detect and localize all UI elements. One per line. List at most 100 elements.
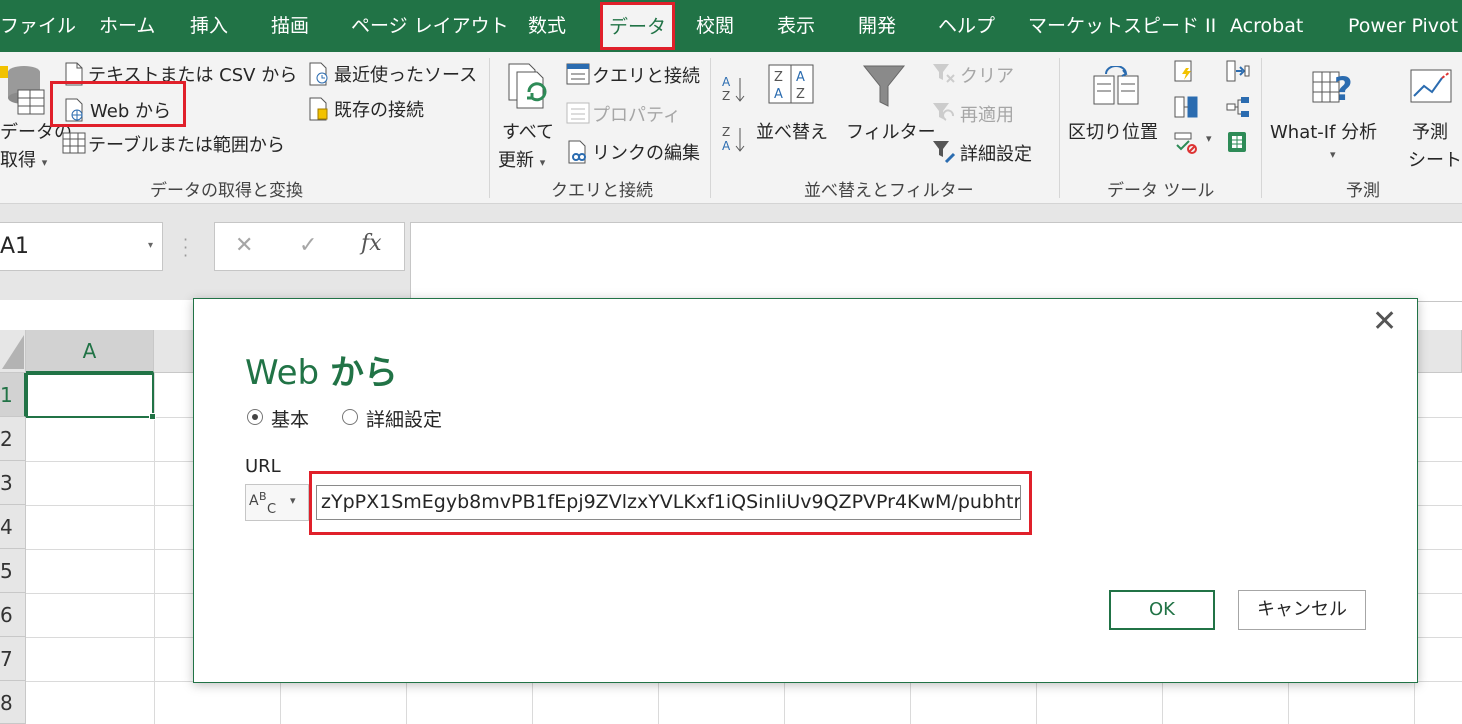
edit-links-button[interactable]: リンクの編集	[592, 139, 700, 165]
radio-basic[interactable]	[247, 409, 263, 425]
from-table-button[interactable]: テーブルまたは範囲から	[88, 131, 285, 157]
refresh-all-icon[interactable]	[505, 62, 555, 116]
queries-connections-icon	[566, 63, 590, 89]
row-header-8[interactable]: 8	[0, 681, 26, 724]
tab-review[interactable]: 校閲	[696, 0, 734, 52]
close-icon[interactable]: ✕	[1372, 307, 1397, 337]
get-data-icon[interactable]	[0, 62, 48, 126]
what-if-button[interactable]: What-If 分析	[1270, 118, 1377, 144]
existing-connections-icon	[308, 97, 330, 125]
queries-connections-button[interactable]: クエリと接続	[592, 62, 700, 88]
tab-data[interactable]: データ	[600, 2, 676, 50]
svg-text:A: A	[249, 493, 259, 509]
tab-acrobat[interactable]: Acrobat	[1230, 0, 1303, 52]
svg-text:B: B	[259, 490, 267, 503]
text-to-columns-icon[interactable]	[1092, 65, 1140, 112]
sort-button[interactable]: 並べ替え	[756, 118, 828, 144]
tab-power-pivot[interactable]: Power Pivot	[1348, 0, 1458, 52]
row-header-7[interactable]: 7	[0, 637, 26, 681]
active-cell-a1[interactable]	[26, 373, 154, 418]
group-label-data-tools: データ ツール	[1107, 181, 1215, 201]
row-header-1[interactable]: 1	[0, 373, 26, 417]
row-header-6[interactable]: 6	[0, 593, 26, 637]
radio-advanced[interactable]	[342, 409, 358, 425]
from-web-dialog: ✕ Web から 基本 詳細設定 URL A B C ▾ zYpPX1SmEgy…	[193, 298, 1418, 683]
radio-advanced-label[interactable]: 詳細設定	[366, 405, 442, 432]
tab-developer[interactable]: 開発	[858, 0, 896, 52]
abc-icon: A B C	[249, 489, 283, 521]
from-web-highlight	[50, 81, 186, 127]
advanced-filter-button[interactable]: 詳細設定	[960, 140, 1032, 166]
group-label-sort-filter: 並べ替えとフィルター	[804, 181, 974, 201]
tab-home[interactable]: ホーム	[99, 0, 155, 52]
group-separator	[1261, 58, 1262, 198]
column-header-a[interactable]: A	[26, 330, 154, 373]
ribbon-data: データの 取得 ▾ テキストまたは CSV から Web から テーブルまたは範…	[0, 52, 1462, 204]
properties-button[interactable]: プロパティ	[592, 101, 681, 127]
data-validation-icon[interactable]	[1174, 130, 1198, 158]
enter-icon[interactable]: ✓	[299, 233, 317, 258]
formula-bar-grip-icon[interactable]: · · ·	[183, 232, 188, 264]
tab-formulas[interactable]: 数式	[528, 0, 566, 52]
reapply-icon	[932, 102, 956, 128]
tab-page-layout[interactable]: ページ レイアウト	[351, 0, 509, 52]
name-box-dropdown-icon[interactable]: ▾	[148, 240, 153, 251]
refresh-all-label-1[interactable]: すべて	[502, 118, 554, 144]
table-icon	[62, 132, 86, 158]
what-if-icon[interactable]: ?	[1312, 66, 1358, 112]
tab-insert[interactable]: 挿入	[190, 0, 228, 52]
row-header-4[interactable]: 4	[0, 505, 26, 549]
sort-dialog-icon[interactable]: ZAAZ	[768, 64, 814, 108]
reapply-button[interactable]: 再適用	[960, 101, 1014, 127]
recent-sources-button[interactable]: 最近使ったソース	[334, 61, 477, 87]
filter-button[interactable]: フィルター	[846, 118, 936, 144]
tab-file[interactable]: ファイル	[0, 0, 76, 52]
filter-icon[interactable]	[862, 64, 906, 114]
url-input-highlight	[309, 471, 1032, 535]
svg-text:Z: Z	[722, 125, 730, 139]
dialog-title-kana: から	[329, 353, 398, 393]
radio-basic-label[interactable]: 基本	[271, 405, 309, 432]
data-model-icon[interactable]	[1226, 130, 1248, 158]
ok-button[interactable]: OK	[1109, 590, 1215, 630]
name-box[interactable]: A1	[0, 222, 163, 271]
sort-descending-icon[interactable]: ZA	[722, 124, 746, 158]
dropdown-arrow-icon[interactable]: ▾	[1330, 148, 1336, 161]
get-data-label-2[interactable]: 取得 ▾	[0, 146, 47, 172]
formula-input[interactable]	[410, 222, 1462, 302]
advanced-filter-icon	[932, 140, 956, 168]
refresh-all-label-2[interactable]: 更新 ▾	[498, 146, 545, 172]
row-header-2[interactable]: 2	[0, 417, 26, 461]
row-header-3[interactable]: 3	[0, 461, 26, 505]
url-type-button[interactable]: A B C ▾	[245, 484, 309, 521]
cancel-button[interactable]: キャンセル	[1238, 590, 1366, 630]
fill-handle[interactable]	[149, 413, 156, 420]
function-icon[interactable]: fx	[361, 231, 382, 256]
tab-view[interactable]: 表示	[777, 0, 815, 52]
consolidate-icon[interactable]	[1226, 60, 1250, 86]
forecast-sheet-label-2[interactable]: シート	[1408, 146, 1462, 172]
clear-filter-button[interactable]: クリア	[960, 62, 1014, 88]
svg-text:Z: Z	[796, 87, 805, 102]
edit-links-icon	[566, 140, 590, 168]
tab-draw[interactable]: 描画	[271, 0, 309, 52]
dropdown-arrow-icon[interactable]: ▾	[1206, 132, 1212, 145]
svg-text:?: ?	[1334, 70, 1353, 108]
tab-help[interactable]: ヘルプ	[938, 0, 995, 52]
forecast-sheet-label-1[interactable]: 予測	[1412, 118, 1448, 144]
group-separator	[710, 58, 711, 198]
svg-text:A: A	[722, 139, 731, 153]
text-to-columns-button[interactable]: 区切り位置	[1068, 118, 1158, 144]
tab-market-speed[interactable]: マーケットスピード II	[1028, 0, 1216, 52]
flash-fill-icon[interactable]	[1174, 60, 1196, 86]
existing-connections-button[interactable]: 既存の接続	[334, 96, 424, 122]
svg-text:A: A	[722, 75, 731, 89]
relationships-icon[interactable]	[1226, 96, 1250, 122]
row-header-5[interactable]: 5	[0, 549, 26, 593]
remove-duplicates-icon[interactable]	[1174, 96, 1198, 122]
group-separator	[1059, 58, 1060, 198]
group-label-get-transform: データの取得と変換	[150, 181, 303, 201]
sort-ascending-icon[interactable]: AZ	[722, 74, 746, 108]
forecast-sheet-icon[interactable]	[1410, 66, 1454, 110]
cancel-icon[interactable]: ✕	[235, 233, 253, 258]
